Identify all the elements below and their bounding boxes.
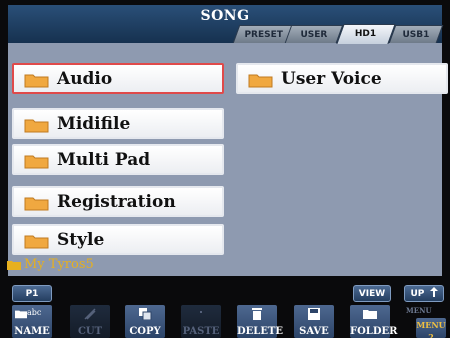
menu-button[interactable]: MENU 2: [416, 318, 446, 338]
delete-button[interactable]: DELETE: [237, 305, 283, 338]
paste-icon: [200, 311, 202, 313]
folder-abc-icon: [15, 310, 27, 319]
up-arrow-icon: [429, 287, 438, 297]
menu-button-area[interactable]: MENU MENU 2: [406, 305, 446, 338]
folder-button[interactable]: FOLDER: [350, 305, 397, 338]
folder-label: Multi Pad: [57, 150, 151, 170]
name-button[interactable]: abc NAME: [12, 305, 52, 338]
folder-item-user-voice[interactable]: User Voice: [236, 63, 448, 94]
folder-item-registration[interactable]: Registration: [12, 186, 224, 217]
folder-icon: [24, 197, 49, 211]
cut-button[interactable]: CUT: [70, 305, 110, 338]
folder-icon: [7, 261, 21, 270]
current-path: My Tyros5: [7, 257, 94, 272]
folder-label: Midifile: [57, 114, 131, 134]
copy-icon: [139, 308, 152, 320]
folder-icon: [24, 119, 49, 133]
paste-button[interactable]: PASTE: [181, 305, 221, 338]
disk-icon: [308, 308, 320, 320]
scissors-icon: [84, 308, 96, 320]
path-label: My Tyros5: [24, 257, 94, 272]
tab-usb1[interactable]: USB1: [388, 25, 444, 43]
up-button[interactable]: UP: [404, 285, 444, 302]
folder-icon: [24, 155, 49, 169]
folder-label: Registration: [57, 192, 176, 212]
copy-button[interactable]: COPY: [125, 305, 165, 338]
folder-item-multi-pad[interactable]: Multi Pad: [12, 144, 224, 175]
folder-icon: [24, 235, 49, 249]
folder-item-style[interactable]: Style: [12, 224, 224, 255]
folder-item-audio[interactable]: Audio: [12, 63, 224, 94]
folder-label: Audio: [57, 69, 113, 89]
folder-label: Style: [57, 230, 105, 250]
view-button[interactable]: VIEW: [353, 285, 391, 302]
save-button[interactable]: SAVE: [294, 305, 334, 338]
folder-icon: [24, 74, 49, 88]
folder-icon: [363, 310, 377, 319]
trash-icon: [252, 308, 262, 320]
folder-icon: [248, 74, 273, 88]
tab-user[interactable]: USER: [284, 25, 344, 43]
page-indicator-button[interactable]: P1: [12, 285, 52, 302]
folder-item-midifile[interactable]: Midifile: [12, 108, 224, 139]
screen-title: SONG: [200, 8, 250, 24]
folder-label: User Voice: [281, 69, 382, 89]
song-selection-screen: SONG PRESET USER HD1 USB1 Audio Midifile…: [0, 0, 450, 338]
tab-hd1[interactable]: HD1: [336, 24, 396, 44]
